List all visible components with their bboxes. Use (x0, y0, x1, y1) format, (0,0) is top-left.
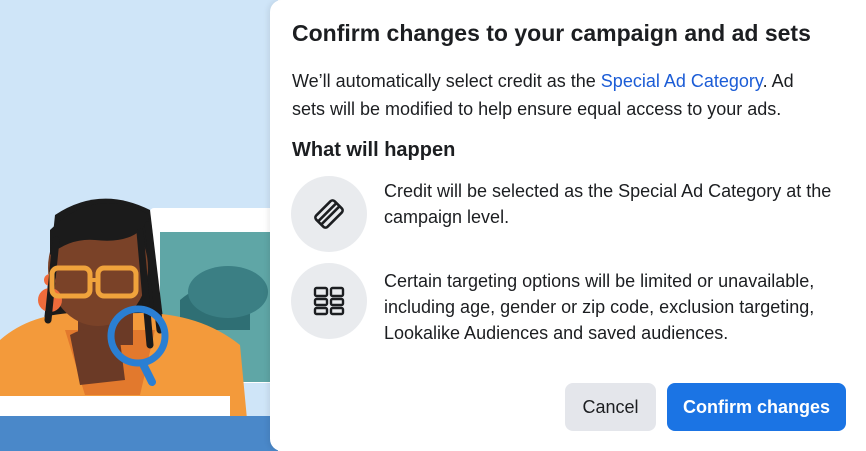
credit-card-icon (291, 176, 367, 252)
cancel-button[interactable]: Cancel (565, 383, 656, 431)
dialog-intro: We’ll automatically select credit as the… (292, 67, 812, 123)
list-item-text: Certain targeting options will be limite… (384, 271, 815, 343)
dialog-title: Confirm changes to your campaign and ad … (292, 20, 811, 46)
person-with-magnifier-illustration (0, 0, 278, 451)
confirm-changes-button[interactable]: Confirm changes (667, 383, 846, 431)
special-ad-category-link[interactable]: Special Ad Category (601, 71, 763, 91)
grid-layout-icon (291, 263, 367, 339)
confirm-changes-dialog: Confirm changes to your campaign and ad … (270, 0, 866, 451)
intro-text-start: We’ll automatically select credit as the (292, 71, 601, 91)
list-item-text: Credit will be selected as the Special A… (384, 181, 832, 227)
what-will-happen-heading: What will happen (292, 139, 456, 161)
